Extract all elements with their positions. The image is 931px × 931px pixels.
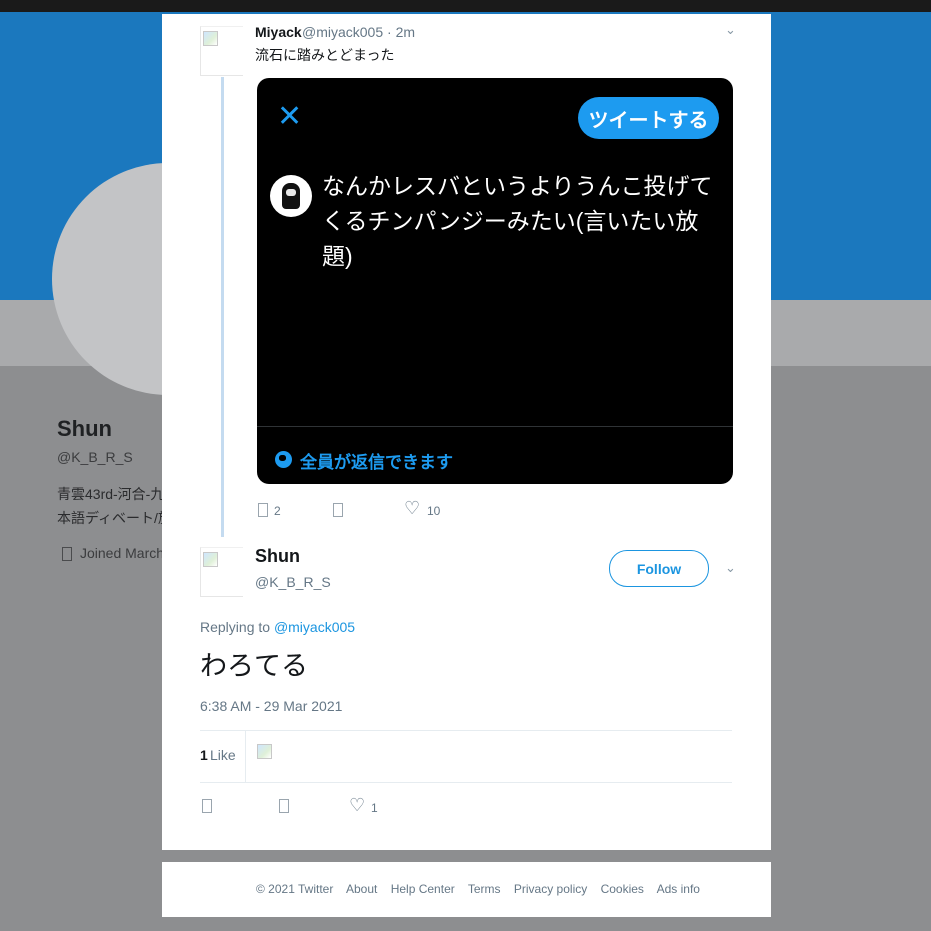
like-count: 1 [371, 801, 378, 815]
divider [200, 782, 732, 783]
retweet-button[interactable] [279, 798, 289, 813]
profile-bio-line: 青雲43rd-河合-九/ [57, 486, 169, 502]
broken-image-icon [257, 744, 272, 759]
replying-to: Replying to @miyack005 [200, 619, 355, 635]
tweet-media-image[interactable]: ✕ ツイートする なんかレスバというよりうんこ投げてくるチンパンジーみたい(言い… [257, 78, 733, 484]
window-top-bar [0, 0, 931, 12]
compose-tweet-button: ツイートする [578, 97, 719, 139]
reply-tweet-text: 流石に踏みとどまった [255, 47, 395, 63]
footer-link-help-center[interactable]: Help Center [391, 882, 455, 896]
divider [200, 730, 732, 731]
character-visor [286, 189, 296, 196]
character-figure [282, 183, 300, 209]
profile-bio-line: 本語ディベート/旅 [57, 510, 172, 526]
tweet-modal: Miyack @miyack005 · 2m ⌄ 流石に踏みとどまった ✕ ツイ… [162, 14, 771, 850]
replying-prefix: Replying to [200, 619, 271, 635]
globe-icon [275, 451, 292, 468]
like-heart-icon[interactable]: ♡ [349, 795, 365, 816]
retweet-icon [279, 798, 289, 813]
like-count: 10 [427, 504, 441, 518]
close-icon: ✕ [277, 100, 303, 133]
profile-joined: Joined March [62, 545, 165, 562]
reply-count: 2 [274, 504, 281, 518]
replying-to-mention[interactable]: @miyack005 [274, 619, 355, 635]
reply-icon [258, 502, 268, 517]
divider [245, 730, 246, 782]
profile-name: Shun [57, 416, 112, 441]
main-author-handle[interactable]: @K_B_R_S [255, 574, 331, 590]
reply-button[interactable] [202, 798, 212, 813]
main-author-name[interactable]: Shun [255, 546, 300, 567]
tweet-timestamp[interactable]: 6:38 AM - 29 Mar 2021 [200, 698, 342, 714]
calendar-icon [62, 547, 72, 562]
thread-connector-line [221, 77, 224, 537]
footer-link-about[interactable]: About [346, 882, 377, 896]
main-author-avatar[interactable] [200, 547, 243, 597]
footer-link-privacy[interactable]: Privacy policy [514, 882, 587, 896]
broken-image-icon [203, 552, 218, 567]
footer-links: © 2021 Twitter About Help Center Terms P… [256, 882, 710, 896]
footer-link-ads-info[interactable]: Ads info [657, 882, 700, 896]
profile-handle: @K_B_R_S [57, 449, 133, 465]
likes-count[interactable]: 1 [200, 747, 208, 763]
likes-label[interactable]: Like [210, 747, 236, 763]
footer-copyright: © 2021 Twitter [256, 882, 334, 896]
footer-link-terms[interactable]: Terms [468, 882, 501, 896]
more-menu-icon[interactable]: ⌄ [725, 560, 736, 576]
reply-setting-label: 全員が返信できます [300, 453, 453, 472]
reply-button[interactable] [258, 502, 268, 517]
reply-icon [202, 798, 212, 813]
retweet-icon [333, 502, 343, 517]
like-heart-icon[interactable]: ♡ [404, 498, 420, 519]
compose-avatar [270, 175, 312, 217]
main-tweet-text: わろてる [200, 651, 308, 681]
reply-author-avatar[interactable] [200, 26, 243, 76]
more-menu-icon[interactable]: ⌄ [725, 22, 736, 38]
broken-image-icon [203, 31, 218, 46]
reply-author-handle[interactable]: @miyack005 · 2m [302, 24, 415, 40]
footer: © 2021 Twitter About Help Center Terms P… [162, 862, 771, 917]
reply-author-name[interactable]: Miyack [255, 24, 302, 40]
compose-draft-text: なんかレスバというよりうんこ投げてくるチンパンジーみたい(言いたい放題) [322, 173, 713, 269]
retweet-button[interactable] [333, 502, 343, 517]
compose-divider [257, 426, 733, 427]
liker-avatar[interactable] [257, 744, 275, 772]
footer-link-cookies[interactable]: Cookies [601, 882, 644, 896]
joined-label: Joined March [80, 545, 165, 561]
follow-button[interactable]: Follow [609, 550, 709, 587]
